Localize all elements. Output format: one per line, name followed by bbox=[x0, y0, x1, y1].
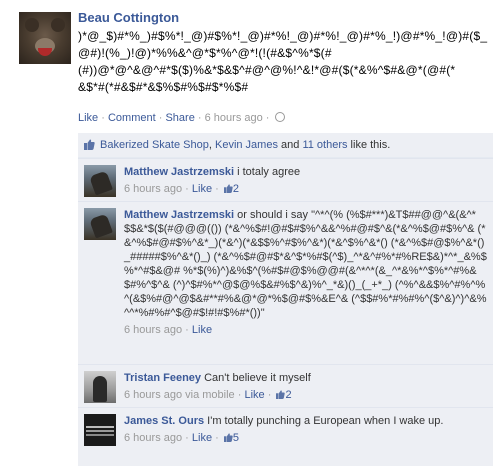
commenter-name[interactable]: Matthew Jastrzemski bbox=[124, 209, 234, 221]
post-text-line: )*@_$)#*%_)#$%*!_@)#$%*!_@)#*%!_@)#*%!_@… bbox=[78, 29, 488, 43]
globe-icon bbox=[274, 112, 285, 122]
post-text-line: (#))@*@^&@^#*$($)%&*$&$^#@^@%!^&!*@#($(*… bbox=[78, 63, 456, 77]
liker-link[interactable]: Bakerized Skate Shop bbox=[100, 139, 209, 151]
commenter-avatar[interactable] bbox=[84, 414, 116, 446]
comment-link[interactable]: Comment bbox=[108, 112, 156, 124]
comment-meta: 6 hours ago via mobile · Like · 2 bbox=[124, 389, 292, 401]
comment-time[interactable]: 6 hours ago via mobile bbox=[124, 389, 235, 401]
comment-like-link[interactable]: Like bbox=[244, 389, 264, 401]
likes-text: Bakerized Skate Shop, Kevin James and 11… bbox=[100, 139, 390, 151]
like-link[interactable]: Like bbox=[78, 112, 98, 124]
comment-text: i totaly agree bbox=[237, 166, 301, 178]
comment-meta: 6 hours ago · Like · 2 bbox=[124, 183, 239, 195]
post-timestamp[interactable]: 6 hours ago bbox=[205, 112, 263, 124]
commenter-name[interactable]: Matthew Jastrzemski bbox=[124, 166, 234, 178]
comment-likes-count[interactable]: 2 bbox=[233, 183, 239, 195]
bear-ear bbox=[51, 18, 65, 32]
likes-and: and bbox=[277, 139, 303, 151]
avatar-figure bbox=[89, 170, 113, 196]
author-avatar[interactable] bbox=[19, 12, 71, 64]
post-text-line: &$*#(*#&$#*&$%$#%$#$*%$# bbox=[78, 80, 249, 94]
likes-suffix: like this. bbox=[347, 139, 391, 151]
post-text-line: @#)!(%_)!@)*%%&^@*$*%^@*!(!(#&$^%*$(# bbox=[78, 46, 332, 60]
bear-ear bbox=[25, 18, 39, 32]
commenter-avatar[interactable] bbox=[84, 165, 116, 197]
separator: · bbox=[101, 112, 105, 124]
thumbs-up-icon bbox=[223, 184, 233, 193]
thumbs-up-icon bbox=[84, 139, 95, 150]
comment-text: or should i say "^*^(% (%$#***)&T$##@@^&… bbox=[124, 209, 487, 319]
comment-item: James St. Ours I'm totally punching a Eu… bbox=[78, 407, 493, 466]
comment-time[interactable]: 6 hours ago bbox=[124, 324, 182, 336]
comment-meta: 6 hours ago · Like · 5 bbox=[124, 432, 239, 444]
separator: · bbox=[158, 112, 163, 124]
bear-mouth bbox=[38, 48, 52, 56]
avatar-figure bbox=[86, 426, 114, 428]
likes-summary: Bakerized Skate Shop, Kevin James and 11… bbox=[78, 133, 493, 158]
post-actions: Like · Comment · Share · 6 hours ago · bbox=[78, 112, 285, 124]
avatar-figure bbox=[89, 213, 113, 239]
others-link[interactable]: 11 others bbox=[302, 139, 347, 151]
comment-likes-count[interactable]: 5 bbox=[233, 432, 239, 444]
post-text: )*@_$)#*%_)#$%*!_@)#$%*!_@)#*%!_@)#*%!_@… bbox=[78, 28, 493, 96]
comment-time[interactable]: 6 hours ago bbox=[124, 432, 182, 444]
share-link[interactable]: Share bbox=[165, 112, 194, 124]
comment-body: James St. Ours I'm totally punching a Eu… bbox=[124, 414, 487, 445]
comment-time[interactable]: 6 hours ago bbox=[124, 183, 182, 195]
comment-body: Matthew Jastrzemski i totaly agree 6 hou… bbox=[124, 165, 487, 196]
comment-like-link[interactable]: Like bbox=[192, 183, 212, 195]
separator: · bbox=[197, 112, 202, 124]
thumbs-up-icon bbox=[223, 433, 233, 442]
avatar-figure bbox=[93, 376, 107, 402]
liker-link[interactable]: Kevin James bbox=[215, 139, 278, 151]
comment-body: Matthew Jastrzemski or should i say "^*^… bbox=[124, 208, 487, 337]
commenter-avatar[interactable] bbox=[84, 371, 116, 403]
comment-item: Matthew Jastrzemski i totaly agree 6 hou… bbox=[78, 158, 493, 201]
separator: · bbox=[265, 112, 270, 124]
commenter-name[interactable]: Tristan Feeney bbox=[124, 372, 201, 384]
post-author-name[interactable]: Beau Cottington bbox=[78, 10, 179, 25]
commenter-name[interactable]: James St. Ours bbox=[124, 415, 204, 427]
comment-item: Matthew Jastrzemski or should i say "^*^… bbox=[78, 201, 493, 364]
comment-text: Can't believe it myself bbox=[204, 372, 311, 384]
comment-likes-count[interactable]: 2 bbox=[285, 389, 291, 401]
comment-meta: 6 hours ago · Like bbox=[124, 324, 213, 336]
comment-item: Tristan Feeney Can't believe it myself 6… bbox=[78, 364, 493, 407]
comment-like-link[interactable]: Like bbox=[192, 324, 212, 336]
comment-like-link[interactable]: Like bbox=[192, 432, 212, 444]
commenter-avatar[interactable] bbox=[84, 208, 116, 240]
comment-body: Tristan Feeney Can't believe it myself 6… bbox=[124, 371, 487, 402]
comment-text: I'm totally punching a European when I w… bbox=[207, 415, 444, 427]
